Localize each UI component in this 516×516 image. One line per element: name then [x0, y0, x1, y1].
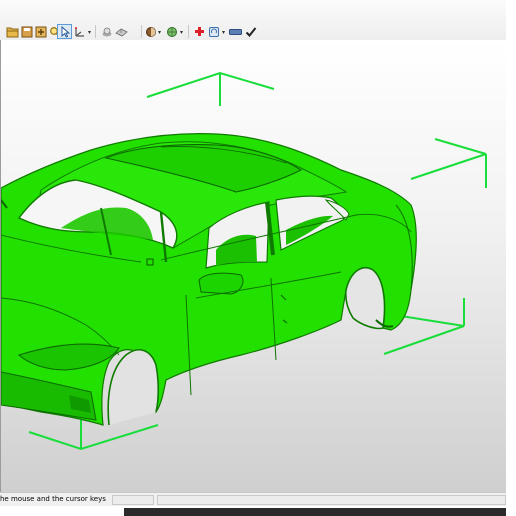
car-model-scene[interactable] — [1, 40, 506, 492]
page-margin — [506, 0, 516, 516]
shading-icon — [115, 28, 128, 36]
status-pane — [112, 495, 154, 505]
select-pointer-icon — [61, 25, 70, 38]
texture-button[interactable] — [143, 24, 158, 39]
add-button[interactable] — [192, 24, 207, 39]
globe-view-button[interactable] — [165, 24, 180, 39]
add-icon — [195, 27, 204, 36]
status-bar: he mouse and the cursor keys — [0, 492, 506, 506]
bar-tool-button[interactable] — [228, 24, 243, 39]
texture-icon — [145, 26, 156, 37]
open-folder-icon — [6, 27, 19, 37]
texture-dropdown-icon[interactable]: ▾ — [158, 30, 161, 36]
toolbar-separator — [95, 25, 96, 38]
taskbar — [0, 506, 506, 516]
globe-view-dropdown-icon[interactable]: ▾ — [180, 30, 183, 36]
status-pane — [157, 495, 506, 505]
mesh-view-icon — [102, 27, 111, 36]
status-text: he mouse and the cursor keys — [0, 495, 106, 503]
toolbar: ▾ ▾ ▾ ▾ — [0, 0, 506, 41]
rotate-view-button[interactable] — [207, 24, 222, 39]
toolbar-separator — [141, 25, 142, 38]
export-icon — [35, 26, 46, 37]
save-button[interactable] — [19, 24, 34, 39]
toolbar-separator — [188, 25, 189, 38]
axis-tool-icon — [75, 26, 84, 37]
taskbar-strip — [124, 508, 506, 516]
app-window: ▾ ▾ ▾ ▾ he mouse and the cursor keys — [0, 0, 506, 516]
apply-button[interactable] — [243, 24, 258, 39]
axis-tool-button[interactable] — [72, 24, 87, 39]
shading-button[interactable] — [114, 24, 129, 39]
open-button[interactable] — [5, 24, 20, 39]
mesh-view-button[interactable] — [99, 24, 114, 39]
export-button[interactable] — [33, 24, 48, 39]
save-icon — [21, 26, 32, 37]
car-body — [1, 133, 417, 426]
3d-viewport[interactable] — [0, 40, 506, 492]
bar-tool-icon — [229, 28, 242, 35]
axis-tool-dropdown-icon[interactable]: ▾ — [88, 30, 91, 36]
globe-view-icon — [167, 26, 177, 37]
rotate-view-icon — [209, 26, 219, 37]
select-button[interactable] — [57, 24, 72, 39]
check-icon — [245, 26, 256, 37]
rotate-view-dropdown-icon[interactable]: ▾ — [222, 30, 225, 36]
